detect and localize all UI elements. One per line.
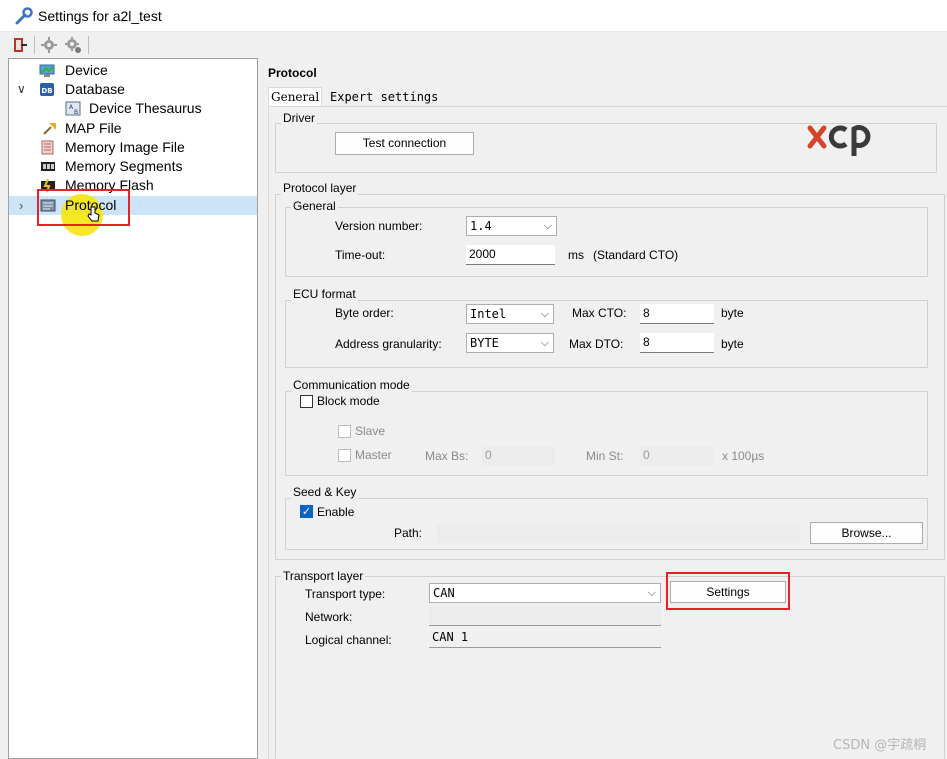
- protocol-layer-title: Protocol layer: [281, 181, 359, 195]
- thesaurus-icon: A B: [65, 101, 81, 116]
- byte-order-label: Byte order:: [335, 306, 394, 320]
- expand-chevron-icon[interactable]: ∨: [17, 80, 26, 99]
- xcp-logo: [806, 118, 896, 162]
- tab-expert-settings[interactable]: Expert settings: [326, 89, 441, 107]
- comm-mode-title: Communication mode: [291, 378, 412, 392]
- timeout-unit: ms: [568, 248, 584, 262]
- addr-gran-label: Address granularity:: [335, 337, 442, 351]
- title-bar: Settings for a2l_test: [0, 0, 947, 32]
- tab-general[interactable]: General: [268, 87, 322, 107]
- max-dto-label: Max DTO:: [569, 337, 624, 351]
- tree-item-map-file[interactable]: MAP File: [9, 119, 257, 138]
- transport-type-label: Transport type:: [305, 587, 386, 601]
- enable-label: Enable: [317, 505, 355, 519]
- svg-text:DB: DB: [41, 87, 52, 95]
- page-title: Protocol: [268, 66, 317, 80]
- timeout-label: Time-out:: [335, 248, 386, 262]
- tree-item-memory-image-file[interactable]: Memory Image File: [9, 138, 257, 157]
- protocol-highlight-box: [37, 189, 130, 226]
- tree-item-label: Memory Image File: [65, 139, 185, 155]
- toolbar: [0, 32, 947, 58]
- browse-button[interactable]: Browse...: [810, 522, 923, 544]
- timeout-note: (Standard CTO): [593, 248, 679, 262]
- button-label: Browse...: [841, 526, 892, 540]
- tree-item-label: MAP File: [65, 120, 122, 136]
- xcp-logo-icon: [807, 125, 871, 156]
- settings-highlight-box: [666, 572, 790, 610]
- svg-text:B: B: [74, 109, 78, 116]
- tree-item-label: Device Thesaurus: [89, 100, 202, 116]
- tab-label: General: [271, 90, 320, 104]
- select-value: BYTE: [470, 336, 499, 350]
- transport-layer-title: Transport layer: [281, 569, 366, 583]
- min-st-label: Min St:: [586, 449, 624, 463]
- database-icon: DB: [40, 83, 54, 96]
- tree-item-device[interactable]: Device: [9, 61, 257, 80]
- version-select[interactable]: 1.4 ⌵: [466, 216, 557, 236]
- max-bs-input[interactable]: 0: [482, 446, 555, 466]
- addr-gran-select[interactable]: BYTE ⌵: [466, 333, 554, 353]
- wrench-icon: [15, 7, 33, 25]
- general-group-title: General: [291, 199, 338, 213]
- tree-item-label: Memory Segments: [65, 158, 183, 174]
- plugin-settings-icon[interactable]: [64, 36, 82, 54]
- test-connection-button[interactable]: Test connection: [335, 132, 474, 155]
- ecu-format-title: ECU format: [291, 287, 358, 301]
- logical-channel-field: CAN 1: [429, 628, 661, 648]
- max-cto-label: Max CTO:: [572, 306, 627, 320]
- min-st-input[interactable]: 0: [640, 446, 713, 466]
- slave-checkbox[interactable]: [338, 425, 351, 438]
- tree-item-database[interactable]: ∨ DB Database: [9, 80, 257, 99]
- tree-item-label: Device: [65, 62, 108, 78]
- watermark: CSDN @宇疏桐: [833, 738, 927, 753]
- chevron-down-icon: ⌵: [540, 307, 549, 320]
- expand-chevron-icon[interactable]: ›: [19, 196, 23, 215]
- logical-channel-label: Logical channel:: [305, 633, 392, 647]
- tree-item-label: Database: [65, 81, 125, 97]
- enable-checkbox[interactable]: ✓: [300, 505, 313, 518]
- transport-type-select[interactable]: CAN ⌵: [429, 583, 661, 603]
- chevron-down-icon: ⌵: [647, 586, 656, 599]
- chevron-down-icon: ⌵: [540, 336, 549, 349]
- version-label: Version number:: [335, 219, 423, 233]
- tree-item-device-thesaurus[interactable]: A B Device Thesaurus: [9, 99, 257, 118]
- max-dto-input[interactable]: 8: [640, 333, 714, 353]
- memory-segments-icon: [41, 162, 55, 171]
- driver-group-title: Driver: [281, 111, 317, 125]
- path-label: Path:: [394, 526, 423, 540]
- settings-tree: Device ∨ DB Database A B Device Thesauru…: [8, 58, 258, 759]
- tree-item-memory-segments[interactable]: Memory Segments: [9, 157, 257, 176]
- max-cto-input[interactable]: 8: [640, 304, 714, 324]
- network-field: [429, 606, 661, 626]
- protocol-panel: Protocol General Expert settings Driver …: [259, 58, 947, 759]
- plugin-icon[interactable]: [40, 36, 58, 54]
- timeout-input[interactable]: 2000: [466, 245, 555, 265]
- min-st-unit: x 100µs: [722, 449, 765, 463]
- general-group: [285, 207, 928, 277]
- block-mode-checkbox[interactable]: [300, 395, 313, 408]
- max-dto-unit: byte: [721, 337, 744, 351]
- map-pin-icon: [43, 123, 56, 135]
- seed-key-title: Seed & Key: [291, 485, 359, 499]
- select-value: CAN: [433, 586, 455, 600]
- slave-label: Slave: [355, 424, 386, 438]
- master-label: Master: [355, 448, 392, 462]
- chevron-down-icon: ⌵: [543, 219, 552, 232]
- button-label: Test connection: [362, 136, 447, 150]
- network-label: Network:: [305, 610, 353, 624]
- transport-layer-group: [275, 576, 945, 759]
- path-input[interactable]: [437, 523, 800, 543]
- memory-image-icon: [41, 140, 54, 155]
- exit-icon[interactable]: [11, 36, 29, 54]
- device-icon: [39, 64, 55, 77]
- max-cto-unit: byte: [721, 306, 744, 320]
- select-value: Intel: [470, 307, 507, 321]
- max-bs-label: Max Bs:: [425, 449, 469, 463]
- block-mode-label: Block mode: [317, 394, 380, 408]
- byte-order-select[interactable]: Intel ⌵: [466, 304, 554, 324]
- window-title: Settings for a2l_test: [38, 8, 162, 24]
- select-value: 1.4: [470, 219, 492, 233]
- master-checkbox[interactable]: [338, 449, 351, 462]
- tab-label: Expert settings: [330, 90, 439, 104]
